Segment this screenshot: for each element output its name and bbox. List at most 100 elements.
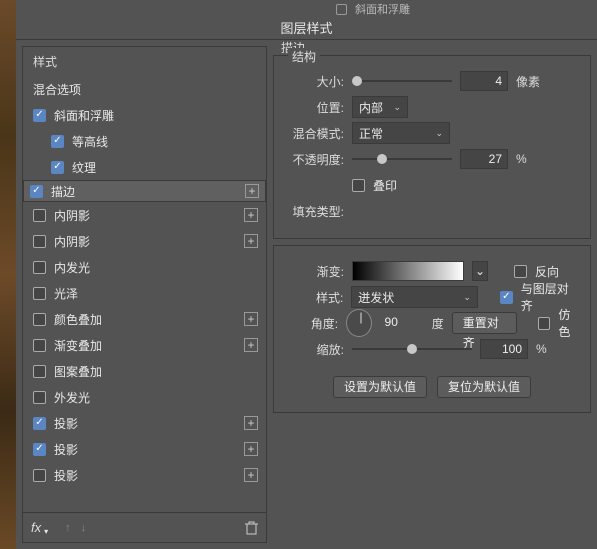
style-row-satin[interactable]: 光泽 xyxy=(23,280,266,306)
reverse-checkbox[interactable] xyxy=(514,265,527,278)
style-checkbox[interactable] xyxy=(33,339,46,352)
dialog-title: 图层样式 xyxy=(16,18,597,40)
style-label: 斜面和浮雕 xyxy=(54,107,114,124)
style-checkbox[interactable] xyxy=(51,161,64,174)
chevron-down-icon: ⌄ xyxy=(463,292,471,303)
blend-options-row[interactable]: 混合选项 xyxy=(23,76,266,102)
style-label: 样式: xyxy=(284,289,343,306)
style-checkbox[interactable] xyxy=(30,185,43,198)
add-effect-icon[interactable]: + xyxy=(244,208,258,222)
style-label: 投影 xyxy=(54,415,78,432)
blend-mode-select[interactable]: 正常⌄ xyxy=(352,122,450,144)
style-row-drop2[interactable]: 投影 + xyxy=(23,436,266,462)
blend-options-label: 混合选项 xyxy=(33,81,81,98)
style-checkbox[interactable] xyxy=(33,235,46,248)
layer-style-dialog: 图层样式 样式 混合选项 斜面和浮雕等高线纹理描边+内阴影+内阴影+内发光光泽颜… xyxy=(16,18,597,549)
blend-mode-label: 混合模式: xyxy=(284,125,344,142)
style-label: 外发光 xyxy=(54,389,90,406)
style-label: 等高线 xyxy=(72,133,108,150)
opacity-input[interactable]: 27 xyxy=(460,149,508,169)
styles-panel: 样式 混合选项 斜面和浮雕等高线纹理描边+内阴影+内阴影+内发光光泽颜色叠加+渐… xyxy=(22,46,267,543)
position-label: 位置: xyxy=(284,99,344,116)
scale-label: 缩放: xyxy=(284,341,344,358)
style-row-ishad2[interactable]: 内阴影+ xyxy=(23,228,266,254)
style-label: 图案叠加 xyxy=(54,363,102,380)
style-checkbox[interactable] xyxy=(33,469,46,482)
trash-icon[interactable] xyxy=(245,521,258,535)
style-row-drop1[interactable]: 投影 + xyxy=(23,410,266,436)
style-checkbox[interactable] xyxy=(33,313,46,326)
add-effect-icon[interactable]: + xyxy=(245,184,259,198)
style-row-iglow[interactable]: 内发光 xyxy=(23,254,266,280)
structure-fieldset: 结构 大小: 4 像素 位置: 内部⌄ 混合模式: 正常⌄ 不透明度: xyxy=(273,55,591,239)
style-label: 渐变叠加 xyxy=(54,337,102,354)
top-label: 斜面和浮雕 xyxy=(355,1,410,17)
style-row-colovl[interactable]: 颜色叠加 + xyxy=(23,306,266,332)
styles-header: 样式 xyxy=(23,47,266,76)
overprint-label: 叠印 xyxy=(373,177,397,194)
style-label: 内阴影 xyxy=(54,207,90,224)
opacity-label: 不透明度: xyxy=(284,151,344,168)
scale-unit: % xyxy=(536,342,547,356)
style-checkbox[interactable] xyxy=(33,443,46,456)
style-checkbox[interactable] xyxy=(33,365,46,378)
dither-label: 仿色 xyxy=(558,306,580,340)
chevron-down-icon[interactable]: ⌄ xyxy=(472,261,488,281)
angle-dial[interactable] xyxy=(346,309,371,337)
style-checkbox[interactable] xyxy=(33,261,46,274)
scale-slider[interactable] xyxy=(352,341,472,357)
style-checkbox[interactable] xyxy=(33,209,46,222)
filltype-label: 填充类型: xyxy=(284,203,344,220)
gradient-swatch[interactable] xyxy=(352,261,464,281)
make-default-button[interactable]: 设置为默认值 xyxy=(333,376,427,398)
style-checkbox[interactable] xyxy=(51,135,64,148)
add-effect-icon[interactable]: + xyxy=(244,338,258,352)
reset-default-button[interactable]: 复位为默认值 xyxy=(437,376,531,398)
size-label: 大小: xyxy=(284,73,344,90)
style-row-texture[interactable]: 纹理 xyxy=(23,154,266,180)
style-row-gradovl[interactable]: 渐变叠加 + xyxy=(23,332,266,358)
add-effect-icon[interactable]: + xyxy=(244,468,258,482)
angle-unit: 度 xyxy=(432,315,444,332)
stroke-settings: 描边 结构 大小: 4 像素 位置: 内部⌄ 混合模式: 正常⌄ xyxy=(273,40,597,549)
fx-menu[interactable]: fx xyxy=(31,520,41,535)
top-checkbox[interactable] xyxy=(336,4,347,15)
style-row-patovl[interactable]: 图案叠加 xyxy=(23,358,266,384)
style-row-drop3[interactable]: 投影+ xyxy=(23,462,266,488)
structure-title: 结构 xyxy=(288,48,320,65)
style-checkbox[interactable] xyxy=(33,287,46,300)
angle-input[interactable]: 90 xyxy=(380,313,424,333)
style-row-oglow[interactable]: 外发光 xyxy=(23,384,266,410)
style-checkbox[interactable] xyxy=(33,391,46,404)
reverse-label: 反向 xyxy=(535,263,559,280)
style-label: 纹理 xyxy=(72,159,96,176)
move-up-icon[interactable]: ↑ xyxy=(65,522,71,534)
scale-input[interactable]: 100 xyxy=(480,339,528,359)
style-row-contour[interactable]: 等高线 xyxy=(23,128,266,154)
dither-checkbox[interactable] xyxy=(538,317,550,330)
opacity-slider[interactable] xyxy=(352,151,452,167)
size-slider[interactable] xyxy=(352,73,452,89)
size-input[interactable]: 4 xyxy=(460,71,508,91)
style-label: 投影 xyxy=(54,441,78,458)
style-label: 颜色叠加 xyxy=(54,311,102,328)
style-row-ishad1[interactable]: 内阴影 + xyxy=(23,202,266,228)
style-label: 光泽 xyxy=(54,285,78,302)
align-checkbox[interactable] xyxy=(500,291,513,304)
style-checkbox[interactable] xyxy=(33,417,46,430)
gradient-style-select[interactable]: 迸发状⌄ xyxy=(351,286,478,308)
reset-align-button[interactable]: 重置对齐 xyxy=(452,312,517,334)
position-select[interactable]: 内部⌄ xyxy=(352,96,408,118)
move-down-icon[interactable]: ↓ xyxy=(81,522,87,534)
style-row-bevel[interactable]: 斜面和浮雕 xyxy=(23,102,266,128)
style-row-stroke[interactable]: 描边+ xyxy=(23,180,266,202)
add-effect-icon[interactable]: + xyxy=(244,416,258,430)
style-label: 内发光 xyxy=(54,259,90,276)
add-effect-icon[interactable]: + xyxy=(244,312,258,326)
add-effect-icon[interactable]: + xyxy=(244,442,258,456)
style-checkbox[interactable] xyxy=(33,109,46,122)
overprint-checkbox[interactable] xyxy=(352,179,365,192)
fill-fieldset: 渐变: ⌄ 反向 样式: 迸发状⌄ 与图层对齐 角度: xyxy=(273,245,591,413)
styles-footer: fx▾ ↑ ↓ xyxy=(23,512,266,542)
add-effect-icon[interactable]: + xyxy=(244,234,258,248)
